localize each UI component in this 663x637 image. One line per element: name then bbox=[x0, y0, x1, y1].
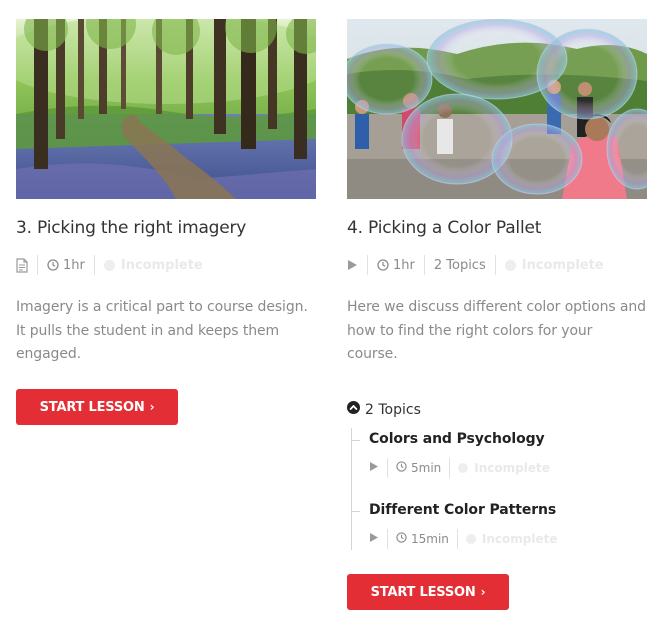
lesson-title[interactable]: 3. Picking the right imagery bbox=[16, 218, 246, 238]
button-label: START LESSON bbox=[370, 584, 476, 600]
button-label: START LESSON bbox=[39, 399, 145, 415]
divider bbox=[387, 529, 388, 549]
status-circle-icon bbox=[103, 259, 115, 271]
start-lesson-button[interactable]: START LESSON › bbox=[16, 389, 178, 425]
lesson-description: Imagery is a critical part to course des… bbox=[16, 299, 308, 362]
divider bbox=[494, 255, 496, 275]
lesson-topics-count: 2 Topics bbox=[433, 257, 486, 273]
lesson-image-forest[interactable] bbox=[16, 19, 316, 199]
chevron-up-circle-icon bbox=[347, 401, 360, 418]
topic-duration: 15min bbox=[411, 532, 449, 546]
lesson-duration: 1hr bbox=[393, 257, 415, 273]
divider bbox=[367, 255, 368, 275]
divider bbox=[456, 529, 458, 549]
start-lesson-button[interactable]: START LESSON › bbox=[347, 574, 509, 610]
lesson-description: Here we discuss different color options … bbox=[347, 299, 646, 362]
clock-icon bbox=[377, 259, 389, 271]
play-icon bbox=[347, 259, 358, 271]
play-icon bbox=[369, 532, 379, 546]
topic-meta: 15min Incomplete bbox=[369, 529, 558, 549]
clock-icon bbox=[47, 259, 59, 271]
play-icon bbox=[369, 461, 379, 475]
tree-connector bbox=[352, 511, 360, 512]
tree-connector bbox=[352, 440, 360, 441]
lesson-status: Incomplete bbox=[120, 257, 203, 273]
lesson-title[interactable]: 4. Picking a Color Pallet bbox=[347, 218, 541, 238]
lesson-meta: 1hr Incomplete bbox=[16, 255, 203, 275]
status-circle-icon bbox=[504, 259, 516, 271]
lesson-image-bubbles[interactable] bbox=[347, 19, 647, 199]
topics-toggle[interactable]: 2 Topics bbox=[347, 401, 421, 418]
topic-duration: 5min bbox=[411, 461, 442, 475]
topics-toggle-label: 2 Topics bbox=[365, 401, 421, 418]
divider bbox=[387, 458, 388, 478]
lesson-meta: 1hr 2 Topics Incomplete bbox=[347, 255, 604, 275]
status-circle-icon bbox=[465, 534, 476, 544]
status-circle-icon bbox=[458, 463, 469, 473]
chevron-right-icon: › bbox=[149, 400, 155, 414]
divider bbox=[449, 458, 451, 478]
topic-title[interactable]: Different Color Patterns bbox=[369, 502, 556, 518]
divider bbox=[37, 255, 38, 275]
lesson-status: Incomplete bbox=[521, 257, 604, 273]
chevron-right-icon: › bbox=[480, 585, 486, 599]
divider bbox=[423, 255, 425, 275]
document-icon bbox=[16, 257, 28, 273]
topic-status: Incomplete bbox=[474, 461, 550, 475]
topic-status: Incomplete bbox=[481, 532, 558, 546]
divider bbox=[93, 255, 95, 275]
topic-meta: 5min Incomplete bbox=[369, 458, 550, 478]
topic-title[interactable]: Colors and Psychology bbox=[369, 431, 545, 447]
clock-icon bbox=[396, 532, 407, 546]
lesson-duration: 1hr bbox=[63, 257, 85, 273]
topic-list: Colors and Psychology 5min Incomplete Di… bbox=[351, 428, 642, 550]
clock-icon bbox=[396, 461, 407, 475]
